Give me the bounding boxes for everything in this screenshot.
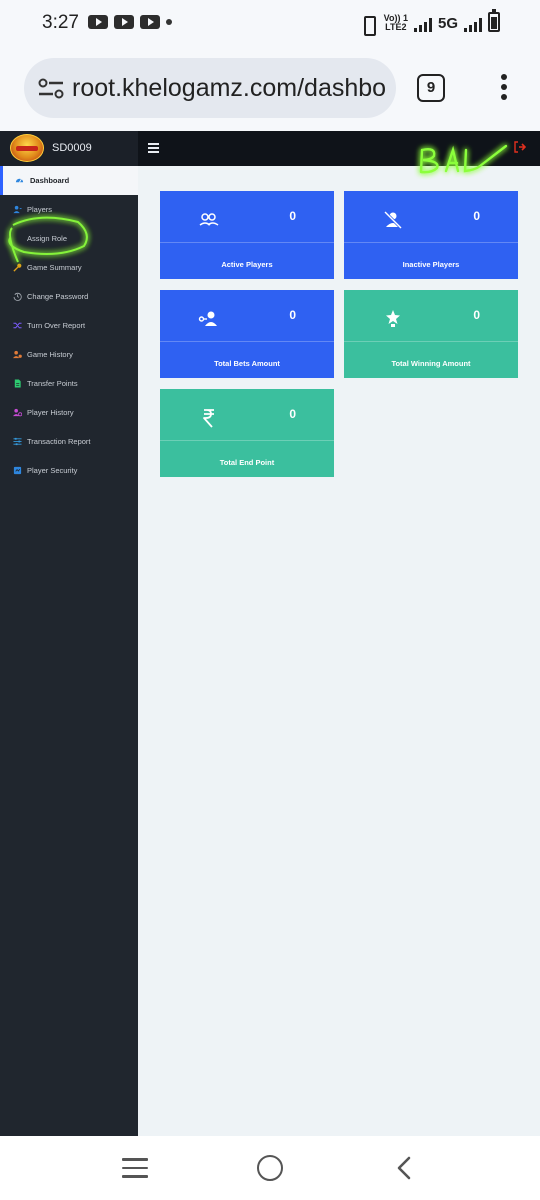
stat-value: 0 xyxy=(289,308,296,322)
status-bar: 3:27 Vo)) 1 LTE2 5G xyxy=(0,0,540,46)
sidebar-item-label: Game Summary xyxy=(27,263,82,272)
stat-label: Total Bets Amount xyxy=(214,359,280,368)
sidebar-item-label: Transaction Report xyxy=(27,437,91,446)
stat-card-total-end-point[interactable]: 0 Total End Point xyxy=(160,389,334,477)
vibrate-icon xyxy=(358,16,378,36)
browser-toolbar: root.khelogamz.com/dashbo 9 xyxy=(0,46,540,130)
youtube-notification-icon xyxy=(140,15,160,29)
users-clock-icon xyxy=(13,350,22,359)
file-icon xyxy=(14,379,21,388)
brand-area[interactable]: SD0009 xyxy=(0,131,138,166)
network-type: 5G xyxy=(437,15,458,32)
sidebar-item-transaction-report[interactable]: Transaction Report xyxy=(0,427,138,456)
sidebar-item-label: Player Security xyxy=(27,466,78,475)
signal-strength-icon xyxy=(464,16,482,32)
stat-value: 0 xyxy=(289,209,296,223)
youtube-notification-icon xyxy=(114,15,134,29)
sidebar-item-label: Assign Role xyxy=(27,234,68,243)
stat-label: Total End Point xyxy=(219,458,275,467)
shuffle-icon xyxy=(13,322,22,329)
url-text[interactable]: root.khelogamz.com/dashbo xyxy=(72,74,386,103)
key-icon xyxy=(13,263,22,272)
sidebar: Dashboard Players Assign Role Game Summa… xyxy=(0,166,138,1136)
sidebar-item-label: Game History xyxy=(27,350,73,359)
card-divider xyxy=(160,440,334,441)
stat-card-inactive-players[interactable]: 0 Inactive Players xyxy=(344,191,518,279)
status-time: 3:27 xyxy=(42,12,79,33)
sliders-icon xyxy=(13,437,22,446)
volte-indicator: Vo)) 1 LTE2 xyxy=(384,14,408,32)
home-button[interactable] xyxy=(257,1155,283,1181)
menu-toggle-icon[interactable] xyxy=(148,143,159,153)
sidebar-item-label: Dashboard xyxy=(30,176,70,185)
stat-label: Total Winning Amount xyxy=(391,359,471,368)
sidebar-item-game-summary[interactable]: Game Summary xyxy=(0,253,138,282)
stat-value: 0 xyxy=(289,407,296,421)
card-divider xyxy=(160,242,334,243)
star-trophy-icon xyxy=(386,310,400,327)
users-outline-icon xyxy=(199,213,219,226)
sidebar-item-label: Change Password xyxy=(27,292,89,301)
dashboard-main: 0 Active Players 0 Inactive Players 0 To… xyxy=(138,166,540,1136)
history-icon xyxy=(13,292,22,301)
app-header: SD0009 xyxy=(0,131,540,166)
system-navigation-bar xyxy=(0,1136,540,1200)
card-divider xyxy=(344,341,518,342)
stat-value: 0 xyxy=(473,308,480,322)
more-notifications-dot-icon xyxy=(166,19,172,25)
sidebar-item-assign-role[interactable]: Assign Role xyxy=(0,224,138,253)
logout-icon[interactable] xyxy=(514,141,526,153)
sidebar-item-dashboard[interactable]: Dashboard xyxy=(0,166,138,195)
sidebar-item-change-password[interactable]: Change Password xyxy=(0,282,138,311)
card-divider xyxy=(344,242,518,243)
battery-icon xyxy=(488,9,500,32)
stat-card-active-players[interactable]: 0 Active Players xyxy=(160,191,334,279)
stat-card-total-winning[interactable]: 0 Total Winning Amount xyxy=(344,290,518,378)
card-divider xyxy=(160,341,334,342)
dashboard-gauge-icon xyxy=(15,178,24,183)
sidebar-item-label: Turn Over Report xyxy=(27,321,86,330)
sidebar-item-transfer-points[interactable]: Transfer Points xyxy=(0,369,138,398)
brand-logo[interactable] xyxy=(10,134,44,162)
youtube-notification-icon xyxy=(88,15,108,29)
sidebar-item-label: Players xyxy=(27,205,53,214)
browser-menu-icon[interactable] xyxy=(499,74,509,104)
rupee-icon xyxy=(203,409,214,428)
sidebar-item-turn-over-report[interactable]: Turn Over Report xyxy=(0,311,138,340)
site-settings-icon[interactable] xyxy=(38,78,64,100)
stat-card-total-bets[interactable]: 0 Total Bets Amount xyxy=(160,290,334,378)
sidebar-item-label: Player History xyxy=(27,408,74,417)
shield-doc-icon xyxy=(13,466,22,475)
user-slash-icon xyxy=(383,210,403,230)
address-bar[interactable]: root.khelogamz.com/dashbo xyxy=(24,58,396,118)
sidebar-item-game-history[interactable]: Game History xyxy=(0,340,138,369)
user-history-icon xyxy=(13,408,22,417)
user-icon xyxy=(13,205,22,214)
tab-switcher-button[interactable]: 9 xyxy=(417,74,445,102)
sidebar-item-player-security[interactable]: Player Security xyxy=(0,456,138,485)
back-button[interactable] xyxy=(396,1156,412,1180)
user-key-icon xyxy=(198,311,217,326)
signal-strength-icon xyxy=(413,16,432,32)
stat-label: Inactive Players xyxy=(402,260,460,269)
sidebar-item-player-history[interactable]: Player History xyxy=(0,398,138,427)
system-indicators: Vo)) 1 LTE2 5G xyxy=(358,9,500,36)
sidebar-item-label: Transfer Points xyxy=(27,379,78,388)
sidebar-item-players[interactable]: Players xyxy=(0,195,138,224)
user-id: SD0009 xyxy=(52,142,92,154)
volte-bottom-label: LTE2 xyxy=(385,22,407,32)
stat-value: 0 xyxy=(473,209,480,223)
recents-button[interactable] xyxy=(122,1158,148,1178)
stat-label: Active Players xyxy=(221,260,273,269)
